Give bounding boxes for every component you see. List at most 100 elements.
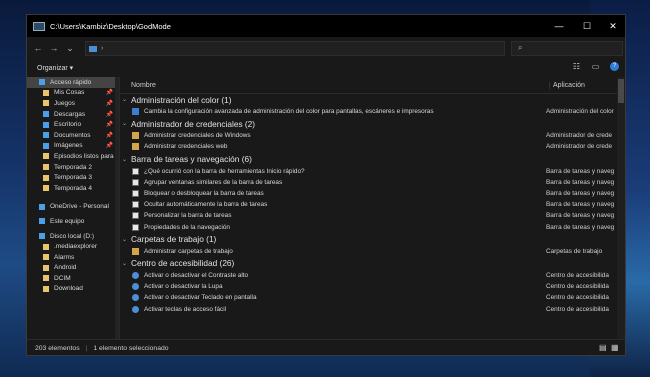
folder-window-icon: [33, 21, 45, 31]
recent-locations-chevron-icon[interactable]: ⌄: [63, 43, 77, 54]
address-bar[interactable]: ›: [85, 41, 505, 56]
minimize-button[interactable]: —: [545, 15, 573, 37]
sidebar-item-label: Disco local (D:): [50, 232, 95, 240]
folder-icon: [43, 185, 49, 192]
sidebar-item[interactable]: Escritorio 📌: [27, 119, 119, 130]
scrollbar-thumb[interactable]: [618, 79, 624, 103]
list-item[interactable]: Administrar credenciales web Administrado…: [120, 141, 612, 152]
item-application: Centro de accesibilida: [546, 283, 609, 291]
help-icon[interactable]: ?: [610, 62, 619, 71]
sidebar-item[interactable]: Documentos 📌: [27, 130, 119, 141]
sidebar-item-label: Escritorio: [54, 121, 82, 129]
status-separator: |: [85, 344, 88, 352]
group-header[interactable]: ⌄ Centro de accesibilidad (26): [120, 257, 608, 270]
color-icon: [132, 108, 139, 116]
collapse-chevron-icon[interactable]: ⌄: [122, 260, 131, 267]
item-name: Administrar carpetas de trabajo: [144, 247, 233, 255]
sidebar-item[interactable]: Temporada 4: [27, 183, 119, 194]
item-name: Cambia la configuración avanzada de admi…: [144, 108, 434, 116]
accessibility-icon: [132, 294, 139, 302]
sidebar-item[interactable]: Este equipo: [27, 216, 119, 227]
accessibility-icon: [132, 305, 139, 313]
content-pane: ^ Nombre Aplicación ⌄Administración del …: [120, 77, 625, 339]
preview-pane-icon[interactable]: ▭: [591, 62, 600, 71]
list-item[interactable]: Administrar credenciales de Windows Admin…: [120, 130, 612, 141]
list-item[interactable]: ¿Qué ocurrió con la barra de herramienta…: [120, 166, 614, 177]
item-name: Activar o desactivar el Contraste alto: [144, 271, 249, 279]
organize-button[interactable]: Organizar ▾: [37, 64, 73, 72]
list-item[interactable]: Cambia la configuración avanzada de admi…: [120, 106, 614, 117]
credentials-icon: [132, 132, 139, 140]
back-arrow-icon[interactable]: ←: [31, 43, 45, 53]
sidebar-item[interactable]: Download: [27, 284, 119, 295]
sidebar-item[interactable]: Alarms: [27, 252, 119, 263]
group-header[interactable]: ⌄ Carpetas de trabajo (1): [120, 233, 608, 246]
list-item[interactable]: Activar teclas de acceso fácil Centro de …: [120, 303, 609, 314]
sidebar-item[interactable]: Juegos 📌: [27, 98, 119, 109]
group-title: Carpetas de trabajo (1): [131, 234, 217, 245]
sidebar-item[interactable]: Imágenes 📌: [27, 141, 119, 152]
sidebar-item[interactable]: Descargas 📌: [27, 109, 119, 120]
collapse-chevron-icon[interactable]: ⌄: [122, 120, 131, 127]
maximize-button[interactable]: ☐: [573, 15, 601, 37]
sidebar-item[interactable]: DCIM: [27, 273, 119, 284]
list-item[interactable]: Administrar carpetas de trabajo Carpetas …: [120, 246, 608, 257]
vertical-scrollbar[interactable]: [617, 77, 625, 339]
selection-count: 1 elemento seleccionado: [93, 344, 169, 352]
item-name: Activar o desactivar Teclado en pantalla: [144, 294, 257, 302]
taskbar-icon: [132, 190, 139, 198]
details-view-icon[interactable]: ▤: [599, 343, 609, 353]
list-item[interactable]: Activar o desactivar el Contraste alto Ce…: [120, 270, 609, 281]
sidebar-item[interactable]: Temporada 2: [27, 162, 119, 173]
sidebar-item-label: Mis Cosas: [54, 89, 85, 97]
list-item[interactable]: Agrupar ventanas similares de la barra d…: [120, 177, 614, 188]
sidebar-item[interactable]: Episodios listos para: [27, 151, 119, 162]
pin-icon: 📌: [105, 132, 113, 139]
item-application: Barra de tareas y naveg: [546, 201, 615, 209]
group-title: Centro de accesibilidad (26): [131, 258, 235, 269]
list-item[interactable]: Ocultar automáticamente la barra de tare…: [120, 199, 614, 210]
star-icon: [39, 79, 45, 86]
list-item[interactable]: Propiedades de la navegación Barra de tar…: [120, 222, 614, 233]
navigation-scrollbar[interactable]: [115, 77, 119, 339]
folder-icon: [43, 285, 49, 292]
search-box[interactable]: ⌕: [511, 41, 623, 56]
item-name: Agrupar ventanas similares de la barra d…: [144, 178, 283, 186]
taskbar-icon: [132, 201, 139, 209]
sidebar-item-label: Episodios listos para: [54, 152, 114, 160]
sidebar-item[interactable]: Acceso rápido: [27, 77, 119, 88]
close-button[interactable]: ✕: [599, 15, 625, 37]
list-item[interactable]: Activar o desactivar Teclado en pantalla…: [120, 292, 609, 303]
collapse-chevron-icon[interactable]: ⌄: [122, 96, 131, 103]
forward-arrow-icon[interactable]: →: [47, 43, 61, 53]
sidebar-item[interactable]: Disco local (D:): [27, 231, 119, 242]
sidebar-item[interactable]: Android: [27, 263, 119, 274]
taskbar-icon: [132, 223, 139, 231]
group-header[interactable]: ⌄ Administración del color (1): [120, 93, 608, 106]
list-item[interactable]: Bloquear o desbloquear la barra de tarea…: [120, 188, 614, 199]
sidebar-item[interactable]: OneDrive - Personal: [27, 202, 119, 213]
address-chevron-icon[interactable]: ›: [101, 45, 103, 52]
group-header[interactable]: ⌄ Administrador de credenciales (2): [120, 117, 608, 130]
sidebar-item-label: Imágenes: [54, 142, 83, 150]
column-name[interactable]: Nombre: [131, 82, 156, 89]
search-icon: ⌕: [518, 43, 523, 52]
folder-icon: [43, 164, 49, 171]
collapse-chevron-icon[interactable]: ⌄: [122, 236, 131, 243]
sidebar-item-label: Descargas: [54, 110, 86, 118]
item-application: Centro de accesibilida: [546, 271, 609, 279]
sidebar-item-label: Juegos: [54, 99, 75, 107]
item-list: ⌄ Administración del color (1) Cambia la c…: [120, 93, 614, 315]
sidebar-item-label: Acceso rápido: [50, 78, 92, 86]
sidebar-item[interactable]: .mediaexplorer: [27, 241, 119, 252]
change-view-icon[interactable]: ☷: [572, 62, 581, 71]
list-item[interactable]: Personalizar la barra de tareas Barra de …: [120, 210, 614, 221]
group-header[interactable]: ⌄ Barra de tareas y navegación (6): [120, 153, 608, 166]
sidebar-item[interactable]: Temporada 3: [27, 172, 119, 183]
sidebar-item[interactable]: Mis Cosas 📌: [27, 88, 119, 99]
collapse-chevron-icon[interactable]: ⌄: [122, 156, 131, 163]
pin-icon: 📌: [105, 111, 113, 118]
large-icons-view-icon[interactable]: ▦: [611, 343, 621, 353]
list-item[interactable]: Activar o desactivar la Lupa Centro de ac…: [120, 281, 609, 292]
column-application[interactable]: Aplicación: [549, 81, 585, 89]
